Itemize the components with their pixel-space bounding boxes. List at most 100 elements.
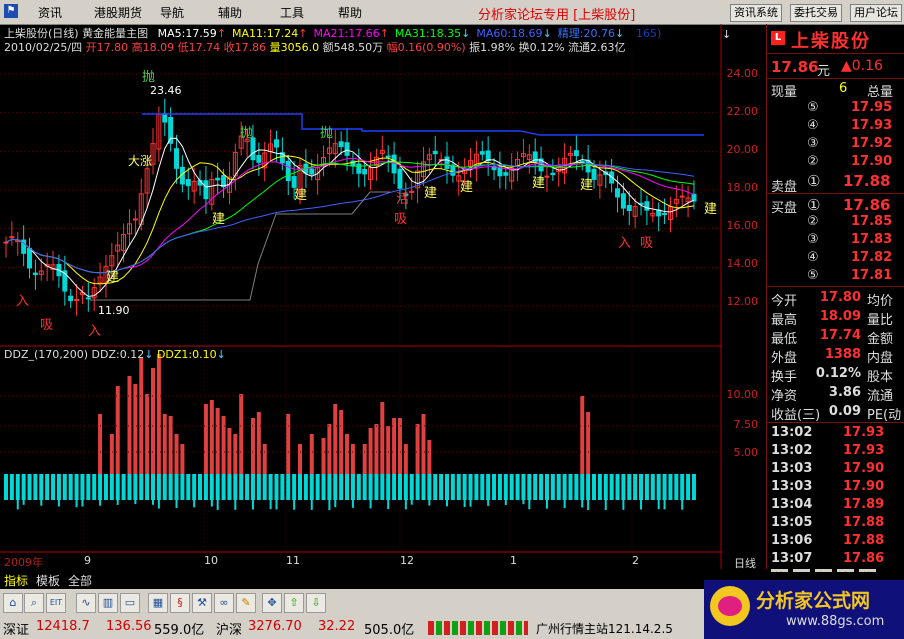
- arrow-up-icon[interactable]: ⇧: [284, 593, 304, 613]
- ddz-base-bar: [233, 474, 238, 500]
- ddz-base-bar: [409, 474, 414, 500]
- ddz-base-bar: [239, 474, 244, 500]
- panel-expand-icon[interactable]: ↓: [722, 28, 731, 41]
- ddz-base-bar: [580, 474, 585, 500]
- stamp-icon[interactable]: §: [170, 593, 190, 613]
- annot-xi-2: 吸: [640, 236, 654, 251]
- indicator-name[interactable]: DDZ_(170,200): [4, 348, 88, 361]
- candle-body: [32, 272, 38, 276]
- ddz-base-bar: [556, 474, 561, 500]
- chart-canvas[interactable]: [0, 24, 722, 569]
- ddz-base-bar: [668, 474, 673, 500]
- kline-icon[interactable]: ▥: [98, 593, 118, 613]
- candle-body: [256, 155, 262, 163]
- ddz-base-bar: [245, 474, 250, 500]
- kline-chart-panel[interactable]: 上柴股份(日线) 黄金能量主图 MA5:17.59↑ MA11:17.24↑ MA2…: [0, 24, 722, 569]
- ddz-arrow-icon: ↓: [144, 348, 154, 361]
- current-price: 17.86: [771, 58, 819, 76]
- ddz-base-bar: [621, 474, 626, 500]
- ddz-base-bar: [439, 474, 444, 500]
- ddz-neg-bar: [487, 500, 490, 506]
- ddz-pos-bar: [586, 412, 591, 474]
- logo-url: www.88gs.com: [786, 614, 885, 629]
- menu-item-tools[interactable]: 工具: [280, 4, 304, 21]
- flower-center-icon: [718, 596, 742, 616]
- app-title: 分析家论坛专用 [上柴股份]: [478, 8, 636, 23]
- home-icon[interactable]: ⌂: [3, 593, 23, 613]
- arrow-down-icon[interactable]: ⇩: [306, 593, 326, 613]
- sell-price: 17.93: [851, 118, 893, 133]
- ddz-pos-bar: [203, 404, 208, 474]
- ddz-base-bar: [268, 474, 273, 500]
- ddz-pos-bar: [397, 418, 402, 474]
- ddz-pos-bar: [339, 410, 344, 474]
- menu-item-help[interactable]: 帮助: [338, 4, 362, 21]
- search-icon[interactable]: ⌕: [24, 593, 44, 613]
- ddz-base-bar: [227, 474, 232, 500]
- tab-all[interactable]: 全部: [68, 572, 92, 589]
- stat-label-2: 流通: [867, 389, 894, 404]
- menu-item-assist[interactable]: 辅助: [218, 4, 242, 21]
- app-icon[interactable]: ⚑: [4, 4, 18, 18]
- x-label-sep: 9: [84, 554, 91, 567]
- ddz-base-bar: [509, 474, 514, 500]
- pencil-icon[interactable]: ✎: [236, 593, 256, 613]
- sell-row: ④ 17.93: [767, 118, 904, 136]
- ddz-base-bar: [215, 474, 220, 500]
- tab-indicator[interactable]: 指标: [4, 572, 28, 589]
- ind-y-label-5: 5.00: [733, 446, 759, 459]
- annot-jian-5: 建: [532, 176, 546, 191]
- sell-row: ③ 17.92: [767, 136, 904, 154]
- ddz-pos-bar: [139, 358, 144, 474]
- indicator-header: DDZ_(170,200) DDZ:0.12↓ DDZ1:0.10↓: [4, 348, 226, 361]
- buy-level: ①: [807, 196, 821, 214]
- candle-body: [485, 150, 491, 162]
- chain-icon[interactable]: ∞: [214, 593, 234, 613]
- stat-value: 17.74: [819, 328, 861, 343]
- news-system-button[interactable]: 资讯系统: [730, 4, 782, 22]
- ddz-neg-bar: [504, 500, 507, 506]
- forum-button[interactable]: 用户论坛: [850, 4, 902, 22]
- candle-body: [344, 142, 350, 156]
- stat-label: 收益(三): [771, 408, 821, 423]
- ddz-base-bar: [286, 474, 291, 500]
- stat-label-2: 金额: [867, 332, 894, 347]
- stat-label: 今开: [771, 294, 798, 309]
- annot-jian-1: 建: [212, 212, 226, 227]
- trade-button[interactable]: 委托交易: [790, 4, 842, 22]
- ddz-base-bar: [303, 474, 308, 500]
- ddz-base-bar: [597, 474, 602, 500]
- y-label-16: 16.00: [726, 219, 759, 232]
- menu-item-navigate[interactable]: 导航: [160, 4, 184, 21]
- ddz-neg-bar: [175, 500, 178, 508]
- ddz-neg-bar: [369, 500, 372, 509]
- ddz-pos-bar: [380, 402, 385, 474]
- ddz-neg-bar: [334, 500, 337, 508]
- buy-row: ③ 17.83: [767, 232, 904, 250]
- period-label[interactable]: 日线: [734, 555, 756, 571]
- candle-body: [168, 117, 174, 144]
- ddz-pos-bar: [227, 428, 232, 474]
- sell-price: 17.88: [843, 172, 891, 190]
- move-icon[interactable]: ✥: [262, 593, 282, 613]
- ddz-base-bar: [180, 474, 185, 500]
- candle-body: [74, 298, 80, 301]
- candle-body: [68, 295, 74, 302]
- tick-time: 13:06: [771, 533, 813, 548]
- window-icon[interactable]: ▭: [120, 593, 140, 613]
- grid-icon[interactable]: ▦: [148, 593, 168, 613]
- tools-icon[interactable]: ⚒: [192, 593, 212, 613]
- candle-body: [691, 193, 697, 202]
- x-label-feb: 2: [632, 554, 639, 567]
- ddz-base-bar: [174, 474, 179, 500]
- menu-item-hk-futures[interactable]: 港股期货: [94, 4, 142, 21]
- sz-label: 深证: [3, 623, 30, 638]
- ddz-base-bar: [51, 474, 56, 500]
- ddz-neg-bar: [210, 500, 213, 507]
- menu-item-news[interactable]: 资讯: [38, 4, 62, 21]
- tab-template[interactable]: 模板: [36, 572, 60, 589]
- f10-icon[interactable]: EIT: [46, 593, 66, 613]
- ddz-base-bar: [92, 474, 97, 500]
- wave-chart-icon[interactable]: ∿: [76, 593, 96, 613]
- ddz-neg-bar: [275, 500, 278, 510]
